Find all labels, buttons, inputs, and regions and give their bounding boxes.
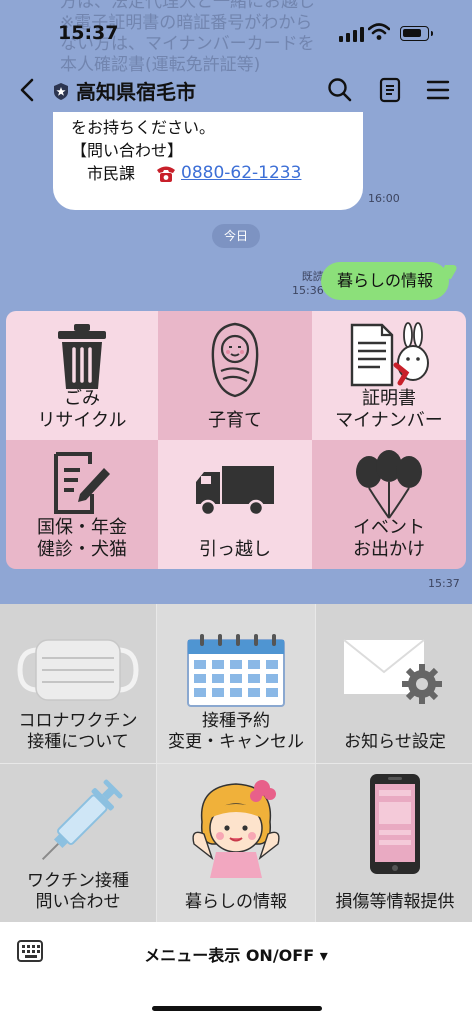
- message-timestamp: 15:36: [292, 284, 324, 297]
- rich-item-insurance-pension[interactable]: 国保・年金 健診・犬猫: [6, 440, 158, 569]
- official-shield-icon: [54, 83, 68, 100]
- battery-icon: [400, 26, 433, 41]
- outgoing-message-bubble: 暮らしの情報: [321, 262, 450, 300]
- smartphone-icon: [370, 774, 420, 874]
- certificate-icon: [350, 322, 429, 387]
- menu-item-label: 暮らしの情報: [185, 892, 287, 912]
- menu-item-vaccine-inquiry[interactable]: ワクチン接種 問い合わせ: [0, 764, 156, 923]
- contact-line: 市民課 0880-62-1233: [87, 162, 363, 185]
- department-label: 市民課: [87, 164, 136, 183]
- menu-item-damage-report[interactable]: 損傷等情報提供: [316, 764, 472, 923]
- read-receipt: 既読 15:36: [292, 270, 324, 298]
- message-line: 【問い合わせ】: [71, 141, 184, 160]
- cellular-signal-icon: [339, 26, 364, 42]
- document-pen-icon: [54, 452, 110, 514]
- menu-item-living-info[interactable]: 暮らしの情報: [157, 764, 315, 923]
- menu-item-label: 問い合わせ: [35, 892, 121, 912]
- rich-item-label: 健診・犬猫: [37, 539, 127, 560]
- home-indicator: [152, 1006, 322, 1011]
- baby-icon: [211, 322, 259, 398]
- rich-item-label: 引っ越し: [199, 539, 271, 560]
- girl-mascot-icon: [192, 780, 280, 878]
- rich-item-moving[interactable]: 引っ越し: [158, 440, 312, 569]
- trash-icon: [58, 324, 106, 389]
- menu-item-label: 損傷等情報提供: [335, 892, 455, 912]
- status-bar: 15:37: [0, 0, 472, 62]
- rich-item-garbage[interactable]: ごみ リサイクル: [6, 311, 158, 440]
- calendar-icon: [187, 634, 285, 707]
- incoming-message-bubble: をお持ちください。 【問い合わせ】 市民課 0880-62-1233: [53, 112, 363, 210]
- rich-message-grid: ごみ リサイクル 子育て 証明書 マイナンバー 国保・年金 健診・犬猫 引っ越し…: [6, 311, 466, 569]
- rich-menu: コロナワクチン 接種について 接種予約 変更・キャンセル お知らせ設定 ワクチン…: [0, 604, 472, 923]
- rich-item-label: お出かけ: [353, 539, 425, 560]
- notes-icon[interactable]: [376, 76, 404, 104]
- rich-item-label: マイナンバー: [335, 410, 443, 431]
- syringe-icon: [41, 779, 123, 861]
- wifi-icon: [368, 23, 390, 40]
- balloons-icon: [356, 450, 422, 519]
- search-icon[interactable]: [326, 76, 354, 104]
- menu-item-label: お知らせ設定: [344, 732, 446, 752]
- menu-icon[interactable]: [424, 76, 452, 104]
- rich-item-childcare[interactable]: 子育て: [158, 311, 312, 440]
- message-timestamp: 15:37: [428, 577, 460, 590]
- menu-toggle-button[interactable]: メニュー表示 ON/OFF ▾: [0, 942, 472, 966]
- truck-icon: [196, 466, 274, 517]
- menu-item-notification-settings[interactable]: お知らせ設定: [316, 604, 472, 763]
- message-timestamp: 16:00: [368, 192, 400, 205]
- chat-title: 高知県宿毛市: [76, 80, 196, 104]
- menu-item-label: 接種について: [27, 732, 129, 752]
- menu-item-label: 接種予約: [202, 711, 270, 731]
- read-label: 既読: [301, 270, 324, 283]
- date-separator: 今日: [212, 224, 260, 248]
- message-line: をお持ちください。: [71, 118, 216, 137]
- menu-item-label: 変更・キャンセル: [168, 732, 304, 752]
- phone-number-link[interactable]: 0880-62-1233: [181, 162, 301, 185]
- mail-gear-icon: [343, 639, 442, 704]
- menu-item-label: ワクチン接種: [27, 871, 129, 891]
- menu-item-covid-vaccine[interactable]: コロナワクチン 接種について: [0, 604, 156, 763]
- menu-item-reservation[interactable]: 接種予約 変更・キャンセル: [157, 604, 315, 763]
- status-time: 15:37: [58, 22, 119, 44]
- rich-item-events[interactable]: イベント お出かけ: [312, 440, 466, 569]
- menu-item-label: コロナワクチン: [18, 711, 138, 731]
- back-arrow-icon[interactable]: [14, 75, 42, 105]
- mask-icon: [17, 639, 139, 701]
- phone-icon: [157, 166, 176, 182]
- rich-item-label: 国保・年金: [37, 517, 127, 538]
- rich-item-label: イベント: [353, 517, 425, 538]
- rich-item-label: リサイクル: [37, 410, 127, 431]
- rich-item-certificate[interactable]: 証明書 マイナンバー: [312, 311, 466, 440]
- rich-item-label: 子育て: [208, 410, 262, 431]
